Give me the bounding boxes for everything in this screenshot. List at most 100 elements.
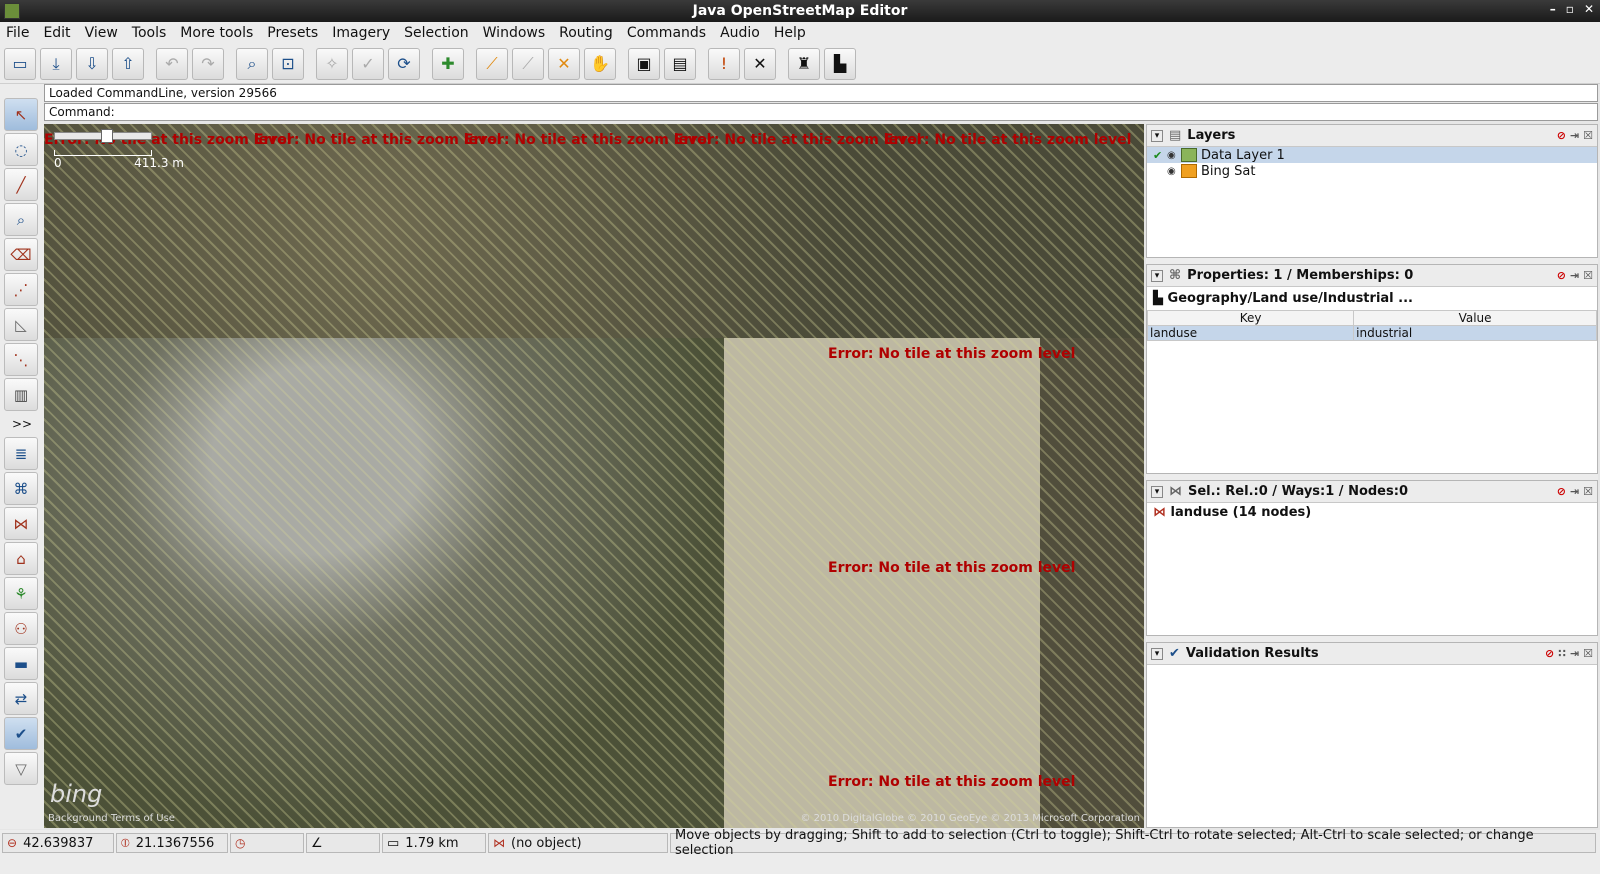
menu-imagery[interactable]: Imagery [332,25,390,41]
menu-help[interactable]: Help [774,25,806,41]
settings-icon[interactable]: ∷ [1558,647,1566,660]
hand-icon[interactable]: ✋ [584,47,616,80]
factory-icon[interactable]: ▙ [824,47,856,80]
zoom-icon[interactable]: ⊡ [272,47,304,80]
menu-file[interactable]: File [6,25,29,41]
zoom-slider[interactable] [54,129,152,143]
car-icon[interactable]: ▣ [628,47,660,80]
select-icon[interactable]: ✓ [352,47,384,80]
undo-icon[interactable]: ↶ [156,47,188,80]
menu-presets[interactable]: Presets [267,25,318,41]
menu-routing[interactable]: Routing [559,25,613,41]
menu-tools[interactable]: Tools [132,25,167,41]
disable-icon[interactable]: ⊘ [1557,129,1566,142]
castle-icon[interactable]: ♜ [788,47,820,80]
parallel-icon[interactable]: ◺ [4,308,38,341]
detach-icon[interactable]: ⇥ [1570,129,1579,142]
save-icon[interactable]: ⤓ [40,47,72,80]
select-mode-icon[interactable]: ↖ [4,98,38,131]
fullscreen-icon[interactable]: ✚ [432,47,464,80]
collapse-icon[interactable]: ▾ [1151,129,1163,142]
upload-icon[interactable]: ⇧ [112,47,144,80]
command-input[interactable]: Command: [44,103,1598,121]
collapse-icon[interactable]: ▾ [1151,269,1163,282]
maximize-icon[interactable]: ▫ [1566,2,1574,16]
collapse-icon[interactable]: ▾ [1151,647,1163,660]
command-line-area: Loaded CommandLine, version 29566 Comman… [44,84,1598,122]
close-panel-icon[interactable]: ☒ [1583,647,1593,660]
imagery-toggle-icon[interactable]: ▬ [4,647,38,680]
zoom-slider-knob[interactable] [101,129,113,143]
refresh-icon[interactable]: ⟳ [388,47,420,80]
join-icon[interactable]: ✕ [548,47,580,80]
layer-row[interactable]: ◉ Bing Sat [1147,163,1597,179]
validator-icon[interactable]: ! [708,47,740,80]
value-column-header[interactable]: Value [1353,310,1597,326]
tag-key[interactable]: landuse [1146,325,1355,341]
terms-of-use-link[interactable]: Background Terms of Use [48,813,175,824]
disable-icon[interactable]: ⊘ [1557,269,1566,282]
lasso-icon[interactable]: ◌ [4,133,38,166]
detach-icon[interactable]: ⇥ [1570,269,1579,282]
delete-mode-icon[interactable]: ⌫ [4,238,38,271]
extrude-icon[interactable]: ⋱ [4,343,38,376]
filter-toggle-icon[interactable]: ▽ [4,752,38,785]
zoom-mode-icon[interactable]: ⌕ [4,203,38,236]
selection-header[interactable]: ▾ ⋈ Sel.: Rel.:0 / Ways:1 / Nodes:0 ⊘ ⇥ ☒ [1147,481,1597,503]
detach-icon[interactable]: ⇥ [1570,647,1579,660]
collapse-icon[interactable]: ▾ [1151,485,1163,498]
close-window-icon[interactable]: ✕ [1584,2,1594,16]
minimize-icon[interactable]: – [1550,2,1556,16]
close-panel-icon[interactable]: ☒ [1583,269,1593,282]
redo-icon[interactable]: ↷ [192,47,224,80]
disable-icon[interactable]: ⊘ [1557,485,1566,498]
conflict-toggle-icon[interactable]: ⇄ [4,682,38,715]
split-way-icon[interactable]: ⟋ [476,47,508,80]
close-icon[interactable]: ✕ [744,47,776,80]
layer-row[interactable]: ✔ ◉ Data Layer 1 [1147,147,1597,163]
menu-commands[interactable]: Commands [627,25,706,41]
menu-selection[interactable]: Selection [404,25,469,41]
key-column-header[interactable]: Key [1146,310,1355,326]
menu-windows[interactable]: Windows [483,25,546,41]
validation-header[interactable]: ▾ ✔ Validation Results ⊘ ∷ ⇥ ☒ [1147,643,1597,665]
layers-header[interactable]: ▾ ▤ Layers ⊘ ⇥ ☒ [1147,125,1597,147]
visibility-icon[interactable]: ◉ [1167,150,1181,161]
detach-icon[interactable]: ⇥ [1570,485,1579,498]
improve-way-icon[interactable]: ⋰ [4,273,38,306]
menu-more-tools[interactable]: More tools [180,25,253,41]
help-text-field: Move objects by dragging; Shift to add t… [670,828,1596,858]
layer-name: Data Layer 1 [1201,147,1285,163]
wireframe-icon[interactable]: ✧ [316,47,348,80]
menu-audio[interactable]: Audio [720,25,760,41]
selection-list-item[interactable]: ⋈ landuse (14 nodes) [1147,503,1597,522]
active-check-icon[interactable]: ✔ [1153,149,1167,162]
bus-icon[interactable]: ▤ [664,47,696,80]
buildings-icon[interactable]: ▥ [4,378,38,411]
relations-toggle-icon[interactable]: ⚘ [4,577,38,610]
download-icon[interactable]: ⇩ [76,47,108,80]
layers-toggle-icon[interactable]: ≣ [4,437,38,470]
factory-preset-icon: ▙ [1153,291,1168,306]
close-panel-icon[interactable]: ☒ [1583,129,1593,142]
map-view[interactable]: Error: No tile at this zoom level Error:… [44,124,1144,828]
history-toggle-icon[interactable]: ⌂ [4,542,38,575]
preset-link[interactable]: ▙ Geography/Land use/Industrial ... [1147,287,1597,310]
tag-value[interactable]: industrial [1353,325,1597,341]
disable-icon[interactable]: ⊘ [1545,647,1554,660]
close-panel-icon[interactable]: ☒ [1583,485,1593,498]
selection-toggle-icon[interactable]: ⋈ [4,507,38,540]
visibility-icon[interactable]: ◉ [1167,166,1181,177]
open-icon[interactable]: ▭ [4,47,36,80]
preferences-icon[interactable]: ⌕ [236,47,268,80]
draw-icon[interactable]: ╱ [4,168,38,201]
validation-toggle-icon[interactable]: ✔ [4,717,38,750]
menu-view[interactable]: View [85,25,118,41]
combine-icon[interactable]: ⟋ [512,47,544,80]
more-tools-chevron-icon[interactable]: >> [0,417,44,431]
properties-header[interactable]: ▾ ⌘ Properties: 1 / Memberships: 0 ⊘ ⇥ ☒ [1147,265,1597,287]
author-toggle-icon[interactable]: ⚇ [4,612,38,645]
tag-row[interactable]: landuse industrial [1146,325,1597,341]
menu-edit[interactable]: Edit [43,25,70,41]
tags-toggle-icon[interactable]: ⌘ [4,472,38,505]
